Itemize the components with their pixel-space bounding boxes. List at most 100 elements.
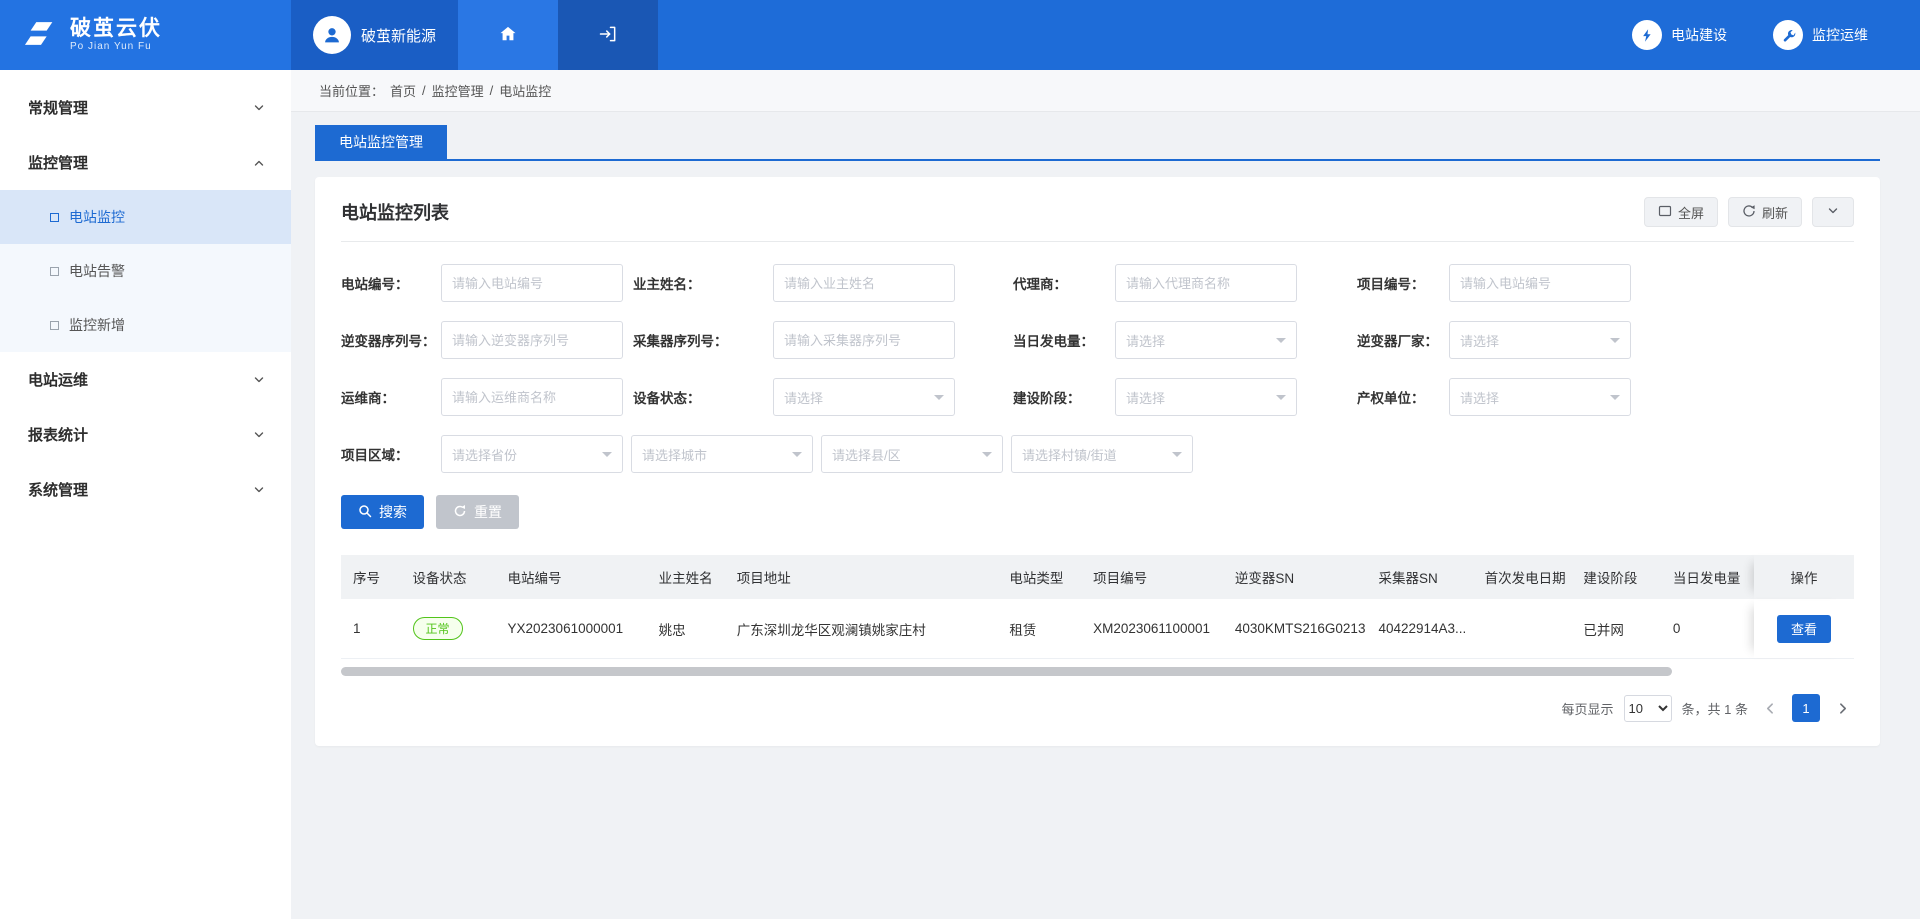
cell-index: 1	[341, 621, 401, 636]
filter-agent: 代理商：	[1013, 264, 1357, 302]
select-placeholder: 请选择	[1460, 331, 1499, 350]
filter-daily-power: 当日发电量： 请选择	[1013, 321, 1357, 359]
reset-label: 重置	[474, 502, 502, 522]
agent-input[interactable]	[1115, 264, 1297, 302]
sidebar-item-station-ops[interactable]: 电站运维	[0, 352, 291, 407]
search-button[interactable]: 搜索	[341, 495, 424, 529]
chevron-down-icon	[1276, 395, 1286, 405]
reset-button[interactable]: 重置	[436, 495, 519, 529]
build-stage-select[interactable]: 请选择	[1115, 378, 1297, 416]
collapse-button[interactable]	[1812, 197, 1854, 227]
sidebar-item-regular-mgmt[interactable]: 常规管理	[0, 80, 291, 135]
fullscreen-icon	[1658, 204, 1672, 221]
ops-vendor-input[interactable]	[441, 378, 623, 416]
fullscreen-button[interactable]: 全屏	[1644, 197, 1718, 227]
filter-label: 建设阶段：	[1013, 387, 1115, 407]
sidebar-item-monitor-mgmt[interactable]: 监控管理	[0, 135, 291, 190]
total-count-label: 条，共 1 条	[1682, 699, 1748, 718]
sidebar-subitem-station-monitor[interactable]: 电站监控	[0, 190, 291, 244]
chevron-down-icon	[253, 484, 265, 496]
inverter-vendor-select[interactable]: 请选择	[1449, 321, 1631, 359]
refresh-button[interactable]: 刷新	[1728, 197, 1802, 227]
table-header-collector-sn: 采集器SN	[1366, 567, 1472, 587]
breadcrumb-separator: /	[422, 83, 426, 98]
select-placeholder: 请选择村镇/街道	[1022, 445, 1117, 464]
logout-button[interactable]	[558, 0, 658, 70]
breadcrumb: 当前位置： 首页 / 监控管理 / 电站监控	[291, 70, 1920, 112]
square-bullet-icon	[50, 267, 59, 276]
filter-grid: 电站编号： 业主姓名： 代理商： 项目编号：	[341, 264, 1854, 416]
sidebar-subitem-monitor-add[interactable]: 监控新增	[0, 298, 291, 352]
chevron-down-icon	[934, 395, 944, 405]
view-button[interactable]: 查看	[1777, 615, 1831, 643]
filter-actions: 搜索 重置	[341, 495, 1854, 529]
property-unit-select[interactable]: 请选择	[1449, 378, 1631, 416]
chevron-up-icon	[253, 157, 265, 169]
daily-power-select[interactable]: 请选择	[1115, 321, 1297, 359]
reset-icon	[453, 504, 467, 521]
owner-name-input[interactable]	[773, 264, 955, 302]
company-name: 破茧新能源	[361, 25, 436, 46]
home-icon	[498, 24, 518, 47]
sidebar-item-report-stats[interactable]: 报表统计	[0, 407, 291, 462]
inverter-sn-input[interactable]	[441, 321, 623, 359]
horizontal-scrollbar-track	[341, 667, 1854, 676]
collector-sn-input[interactable]	[773, 321, 955, 359]
app-logo: 破茧云伏 Po Jian Yun Fu	[0, 0, 291, 70]
sidebar-item-system-mgmt[interactable]: 系统管理	[0, 462, 291, 517]
chevron-down-icon	[602, 452, 612, 462]
town-select[interactable]: 请选择村镇/街道	[1011, 435, 1193, 473]
cell-collector-sn: 40422914A3...	[1366, 621, 1472, 636]
cell-device-status: 正常	[401, 617, 496, 640]
prev-page-button[interactable]	[1758, 696, 1782, 720]
sidebar-item-label: 监控管理	[28, 152, 88, 173]
exit-icon	[598, 24, 618, 47]
filter-label: 当日发电量：	[1013, 330, 1115, 350]
filter-label: 项目编号：	[1357, 273, 1449, 293]
station-no-input[interactable]	[441, 264, 623, 302]
chevron-down-icon	[1610, 338, 1620, 348]
county-select[interactable]: 请选择县/区	[821, 435, 1003, 473]
table-header-row: 序号 设备状态 电站编号 业主姓名 项目地址 电站类型 项目编号 逆变器SN 采…	[341, 555, 1854, 599]
sidebar-subitem-station-alarm[interactable]: 电站告警	[0, 244, 291, 298]
page-size-select[interactable]: 10	[1624, 695, 1672, 722]
breadcrumb-home[interactable]: 首页	[390, 81, 416, 100]
chevron-down-icon	[792, 452, 802, 462]
filter-project-region: 项目区域： 请选择省份 请选择城市 请选择县/区	[341, 435, 1854, 473]
table-header-owner: 业主姓名	[647, 567, 725, 587]
panel-title: 电站监控列表	[341, 199, 449, 225]
page-1-button[interactable]: 1	[1792, 694, 1820, 722]
filter-label: 逆变器序列号：	[341, 330, 441, 350]
next-page-button[interactable]	[1830, 696, 1854, 720]
table-row: 1 正常 YX2023061000001 姚忠 广东深圳龙华区观澜镇姚家庄村 租…	[341, 599, 1854, 659]
pagination: 每页显示 10 条，共 1 条 1	[341, 694, 1854, 722]
chevron-down-icon	[1276, 338, 1286, 348]
nav-monitoring-ops[interactable]: 监控运维	[1773, 20, 1868, 50]
tab-station-monitor-mgmt[interactable]: 电站监控管理	[315, 125, 447, 159]
cell-station-no: YX2023061000001	[496, 621, 647, 636]
project-no-input[interactable]	[1449, 264, 1631, 302]
panel-header: 电站监控列表 全屏 刷新	[341, 197, 1854, 242]
device-status-select[interactable]: 请选择	[773, 378, 955, 416]
wrench-icon	[1773, 20, 1803, 50]
home-button[interactable]	[458, 0, 558, 70]
horizontal-scrollbar[interactable]	[341, 667, 1672, 676]
chevron-down-icon	[253, 374, 265, 386]
refresh-label: 刷新	[1762, 203, 1788, 222]
filter-label: 逆变器厂家：	[1357, 330, 1449, 350]
table-header-station-no: 电站编号	[496, 567, 647, 587]
filter-label: 采集器序列号：	[633, 330, 773, 350]
table-header-project-no: 项目编号	[1081, 567, 1223, 587]
select-placeholder: 请选择县/区	[832, 445, 901, 464]
sidebar: 常规管理 监控管理 电站监控 电站告警	[0, 70, 291, 919]
province-select[interactable]: 请选择省份	[441, 435, 623, 473]
breadcrumb-monitor-mgmt[interactable]: 监控管理	[432, 81, 484, 100]
nav-station-construction[interactable]: 电站建设	[1632, 20, 1727, 50]
cell-station-type: 租赁	[997, 619, 1081, 639]
city-select[interactable]: 请选择城市	[631, 435, 813, 473]
select-placeholder: 请选择	[1126, 331, 1165, 350]
user-menu[interactable]: 破茧新能源	[291, 0, 458, 70]
station-monitor-panel: 电站监控列表 全屏 刷新	[315, 177, 1880, 746]
tab-bar: 电站监控管理	[315, 125, 1880, 161]
sidebar-item-label: 系统管理	[28, 479, 88, 500]
